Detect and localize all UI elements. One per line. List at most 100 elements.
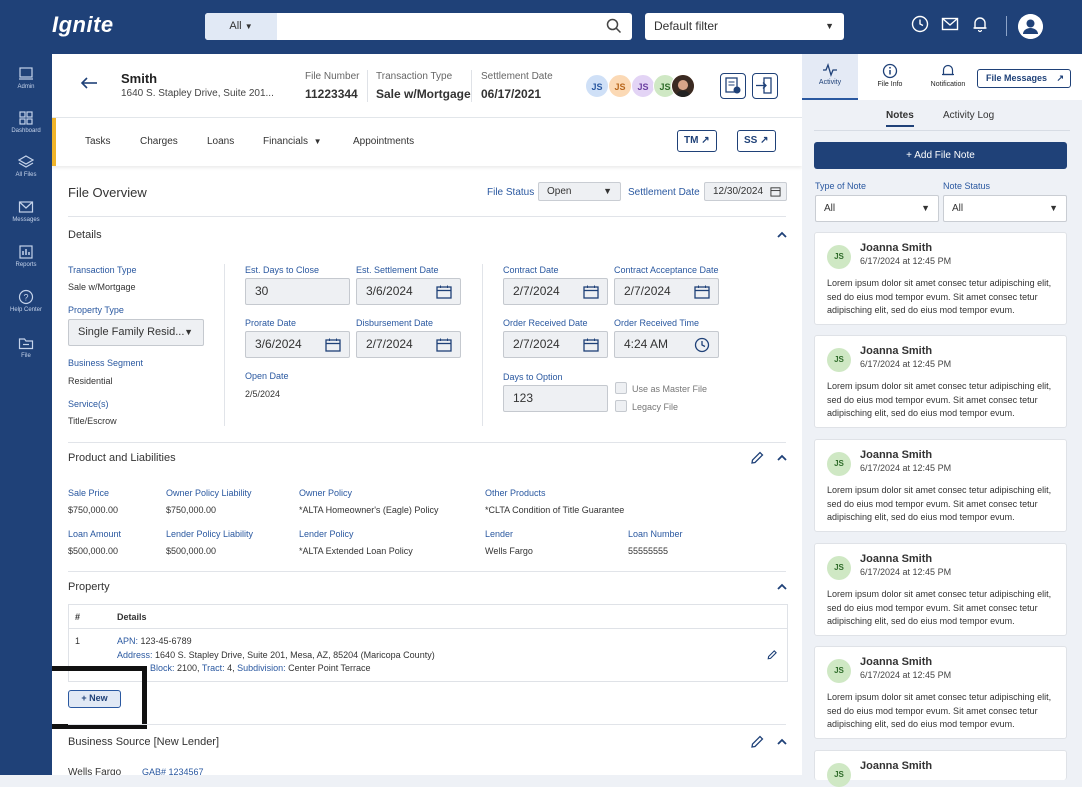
client-address: 1640 S. Stapley Drive, Suite 201... <box>121 88 274 99</box>
pencil-icon[interactable] <box>749 734 765 750</box>
products-title: Product and Liabilities <box>68 452 176 464</box>
file-status-select[interactable]: Open ▼ <box>538 182 621 201</box>
chevron-up-icon[interactable] <box>776 736 788 748</box>
tab-financials-label: Financials <box>263 136 309 147</box>
other-products-label: Other Products <box>485 488 546 498</box>
note-author: Joanna Smith <box>860 242 933 254</box>
chevron-up-icon[interactable] <box>776 452 788 464</box>
tab-file-info[interactable]: File Info <box>862 54 918 100</box>
subdivision-value: Center Point Terrace <box>288 663 371 673</box>
tab-appointments[interactable]: Appointments <box>353 136 414 147</box>
tab-notification[interactable]: Notification <box>920 54 976 100</box>
order-time-field[interactable]: 4:24 AM <box>614 331 719 358</box>
bell-icon[interactable] <box>971 15 989 33</box>
user-avatar-icon[interactable] <box>1018 14 1043 39</box>
prorate-date-field[interactable]: 3/6/2024 <box>245 331 350 358</box>
tab-activity[interactable]: Activity <box>802 54 858 100</box>
search-scope-select[interactable]: All ▼ <box>205 13 277 40</box>
tab-tasks[interactable]: Tasks <box>85 136 111 147</box>
search-input[interactable] <box>281 16 601 37</box>
pencil-icon[interactable] <box>766 649 778 661</box>
business-source-gab[interactable]: GAB# 1234567 <box>142 767 204 775</box>
app-logo: Ignite <box>52 12 114 37</box>
nav-file[interactable]: File <box>0 335 52 359</box>
monitor-icon <box>19 67 33 80</box>
ss-button[interactable]: SS ↗ <box>737 130 776 152</box>
calendar-icon[interactable] <box>583 285 599 299</box>
subtab-activity-log[interactable]: Activity Log <box>943 110 994 121</box>
note-card[interactable]: JS Joanna Smith 6/17/2024 at 12:45 PM Lo… <box>814 232 1067 325</box>
nav-dashboard[interactable]: Dashboard <box>0 110 52 134</box>
divider <box>471 70 472 102</box>
apn-line: APN: 123-45-6789 <box>117 636 192 646</box>
note-body: Lorem ipsum dolor sit amet consec tetur … <box>827 485 1052 522</box>
est-settlement-label: Est. Settlement Date <box>356 265 439 275</box>
nav-help-center[interactable]: ? Help Center <box>0 289 52 313</box>
calendar-icon[interactable] <box>583 338 599 352</box>
legacy-file-checkbox[interactable] <box>615 400 627 412</box>
property-type-label: Property Type <box>68 305 124 315</box>
add-file-note-button[interactable]: + Add File Note <box>814 142 1067 169</box>
est-days-field[interactable]: 30 <box>245 278 350 305</box>
user-photo-avatar[interactable] <box>671 74 695 98</box>
mail-icon[interactable] <box>941 15 959 33</box>
subtab-notes[interactable]: Notes <box>886 110 914 127</box>
clock-icon[interactable] <box>911 15 929 33</box>
nav-all-files[interactable]: All Files <box>0 154 52 178</box>
est-settlement-field[interactable]: 3/6/2024 <box>356 278 461 305</box>
exit-file-button[interactable] <box>752 73 778 99</box>
tab-loans[interactable]: Loans <box>207 136 234 147</box>
tract-value: 4, <box>227 663 235 673</box>
lender-liability-label: Lender Policy Liability <box>166 529 254 539</box>
note-card[interactable]: JS Joanna Smith 6/17/2024 at 12:45 PM Lo… <box>814 543 1067 636</box>
services-label: Service(s) <box>68 399 109 409</box>
calendar-icon[interactable] <box>436 285 452 299</box>
back-arrow-icon[interactable] <box>80 76 98 90</box>
disbursement-date-field[interactable]: 2/7/2024 <box>356 331 461 358</box>
prorate-date-value: 3/6/2024 <box>255 337 302 351</box>
contract-date-field[interactable]: 2/7/2024 <box>503 278 608 305</box>
file-info-button[interactable] <box>720 73 746 99</box>
external-link-icon: ↗ <box>1056 73 1064 83</box>
divider <box>68 442 786 443</box>
calendar-icon[interactable] <box>694 285 710 299</box>
avatar[interactable]: JS <box>608 74 632 98</box>
clock-icon[interactable] <box>694 337 710 353</box>
tm-button[interactable]: TM ↗ <box>677 130 717 152</box>
note-status-select[interactable]: All ▼ <box>943 195 1067 222</box>
block-key: Block: <box>150 663 175 673</box>
nav-admin[interactable]: Admin <box>0 66 52 90</box>
avatar[interactable]: JS <box>585 74 609 98</box>
days-to-option-field[interactable]: 123 <box>503 385 608 412</box>
type-of-note-select[interactable]: All ▼ <box>815 195 939 222</box>
loan-number-value: 55555555 <box>628 546 669 556</box>
nav-messages[interactable]: Messages <box>0 199 52 223</box>
filter-select[interactable]: Default filter ▼ <box>645 13 844 40</box>
contract-acceptance-field[interactable]: 2/7/2024 <box>614 278 719 305</box>
tab-financials[interactable]: Financials ▼ <box>263 136 322 147</box>
overview-settlement-date-field[interactable]: 12/30/2024 <box>704 182 787 201</box>
pencil-icon[interactable] <box>749 450 765 466</box>
property-type-select[interactable]: Single Family Resid... ▼ <box>68 319 204 346</box>
master-file-checkbox[interactable] <box>615 382 627 394</box>
avatar[interactable]: JS <box>631 74 655 98</box>
note-author: Joanna Smith <box>860 656 933 668</box>
calendar-icon[interactable] <box>436 338 452 352</box>
note-author: Joanna Smith <box>860 553 933 565</box>
note-card[interactable]: JS Joanna Smith 6/17/2024 at 12:45 PM Lo… <box>814 646 1067 739</box>
search-icon[interactable] <box>606 18 622 34</box>
note-card[interactable]: JS Joanna Smith 6/17/2024 at 12:45 PM Lo… <box>814 439 1067 532</box>
tab-charges[interactable]: Charges <box>140 136 178 147</box>
chevron-up-icon[interactable] <box>776 229 788 241</box>
file-number: 11223344 <box>305 87 358 101</box>
legal-line: Block: 2100, Tract: 4, Subdivision: Cent… <box>150 663 371 673</box>
new-property-button[interactable]: + New <box>68 690 121 708</box>
note-card[interactable]: JS Joanna Smith 6/17/2024 at 12:45 PM Lo… <box>814 335 1067 428</box>
file-messages-button[interactable]: File Messages ↗ <box>977 69 1071 88</box>
order-received-field[interactable]: 2/7/2024 <box>503 331 608 358</box>
search-scope-label: All <box>229 20 242 32</box>
chevron-up-icon[interactable] <box>776 581 788 593</box>
calendar-icon[interactable] <box>325 338 341 352</box>
nav-reports[interactable]: Reports <box>0 244 52 268</box>
note-card[interactable]: JS Joanna Smith <box>814 750 1067 787</box>
